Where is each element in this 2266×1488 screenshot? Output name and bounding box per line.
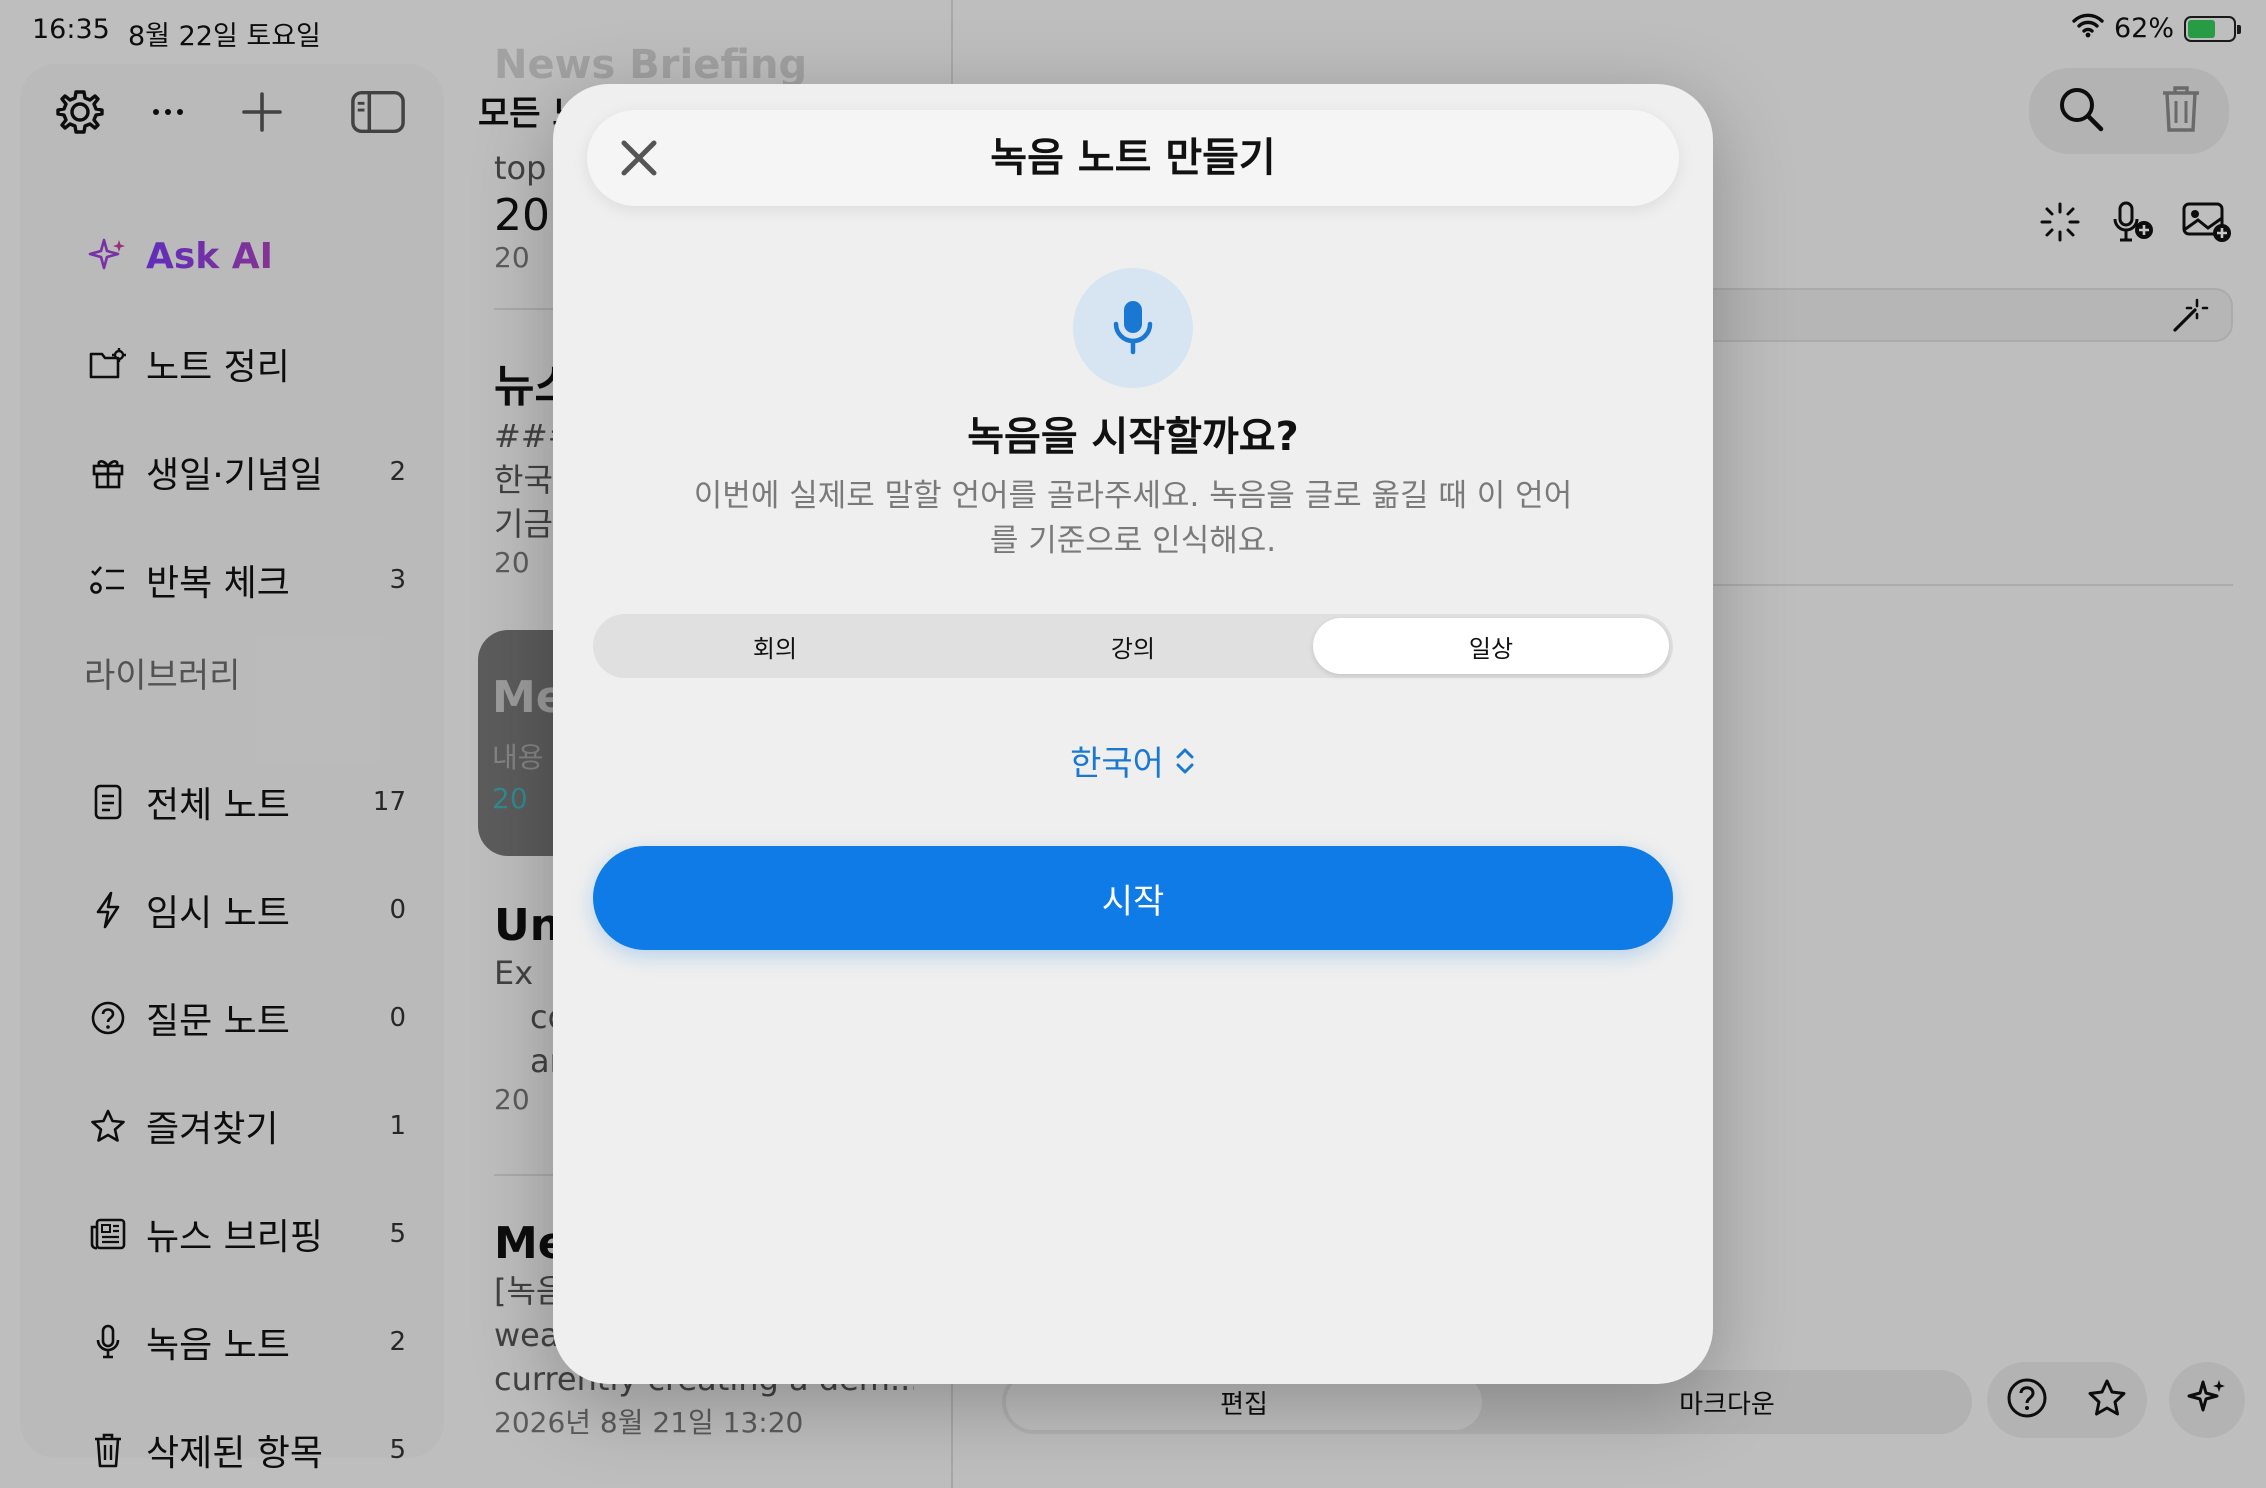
- language-label: 한국어: [1070, 744, 1164, 784]
- modal-question: 녹음을 시작할까요?: [967, 414, 1299, 460]
- modal-description: 이번에 실제로 말할 언어를 골라주세요. 녹음을 글로 옮길 때 이 언어를 …: [693, 478, 1573, 559]
- modal-header: 녹음 노트 만들기: [587, 110, 1679, 206]
- mode-option-daily[interactable]: 일상: [1313, 618, 1669, 674]
- mode-option-meeting[interactable]: 회의: [597, 618, 953, 674]
- recording-mode-segment: 회의 강의 일상: [593, 614, 1673, 678]
- modal-title: 녹음 노트 만들기: [990, 135, 1276, 181]
- mic-badge: [1073, 268, 1193, 388]
- mode-option-lecture[interactable]: 강의: [955, 618, 1311, 674]
- start-button[interactable]: 시작: [593, 846, 1673, 950]
- mic-icon: [1113, 301, 1153, 355]
- record-note-modal: 녹음 노트 만들기 녹음을 시작할까요? 이번에 실제로 말할 언어를 골라주세…: [553, 84, 1713, 1384]
- close-icon: [621, 140, 657, 176]
- close-button[interactable]: [607, 126, 671, 190]
- chevron-up-down-icon: [1176, 748, 1194, 773]
- language-picker[interactable]: 한국어: [553, 736, 1713, 785]
